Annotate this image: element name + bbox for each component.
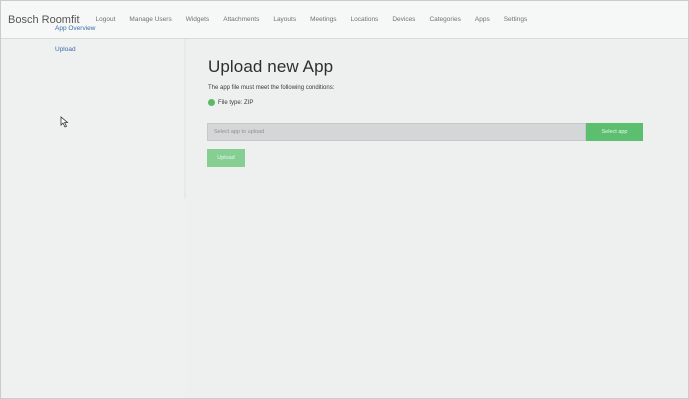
nav-locations[interactable]: Locations xyxy=(350,16,378,23)
sidebar-item-upload[interactable]: Upload xyxy=(55,46,179,53)
nav-apps[interactable]: Apps xyxy=(475,16,490,23)
condition-item: File type: ZIP xyxy=(208,99,253,106)
app-window: Bosch Roomfit Logout Manage Users Widget… xyxy=(0,0,689,399)
upload-button[interactable]: Upload xyxy=(207,149,245,167)
nav-layouts[interactable]: Layouts xyxy=(273,16,296,23)
nav-meetings[interactable]: Meetings xyxy=(310,16,336,23)
condition-label: File type: ZIP xyxy=(218,99,254,106)
nav-settings[interactable]: Settings xyxy=(504,16,528,23)
file-path-input[interactable]: Select app to upload xyxy=(207,123,586,141)
nav-logout[interactable]: Logout xyxy=(96,16,116,23)
conditions-text: The app file must meet the following con… xyxy=(208,85,335,91)
mouse-cursor-icon xyxy=(60,116,69,128)
brand-logo[interactable]: Bosch Roomfit xyxy=(8,14,80,26)
page-title: Upload new App xyxy=(208,57,334,76)
nav-links: Logout Manage Users Widgets Attachments … xyxy=(96,16,528,23)
select-app-button[interactable]: Select app xyxy=(586,123,643,141)
nav-categories[interactable]: Categories xyxy=(429,16,460,23)
nav-manage-users[interactable]: Manage Users xyxy=(129,16,171,23)
nav-attachments[interactable]: Attachments xyxy=(223,16,259,23)
nav-widgets[interactable]: Widgets xyxy=(186,16,209,23)
main-content: Upload new App The app file must meet th… xyxy=(186,39,688,398)
nav-devices[interactable]: Devices xyxy=(392,16,415,23)
file-upload-row: Select app to upload Select app xyxy=(207,123,643,141)
sidebar-item-app-overview[interactable]: App Overview xyxy=(55,25,179,32)
check-circle-icon xyxy=(208,99,215,106)
sidebar: App Overview Upload xyxy=(49,25,179,67)
